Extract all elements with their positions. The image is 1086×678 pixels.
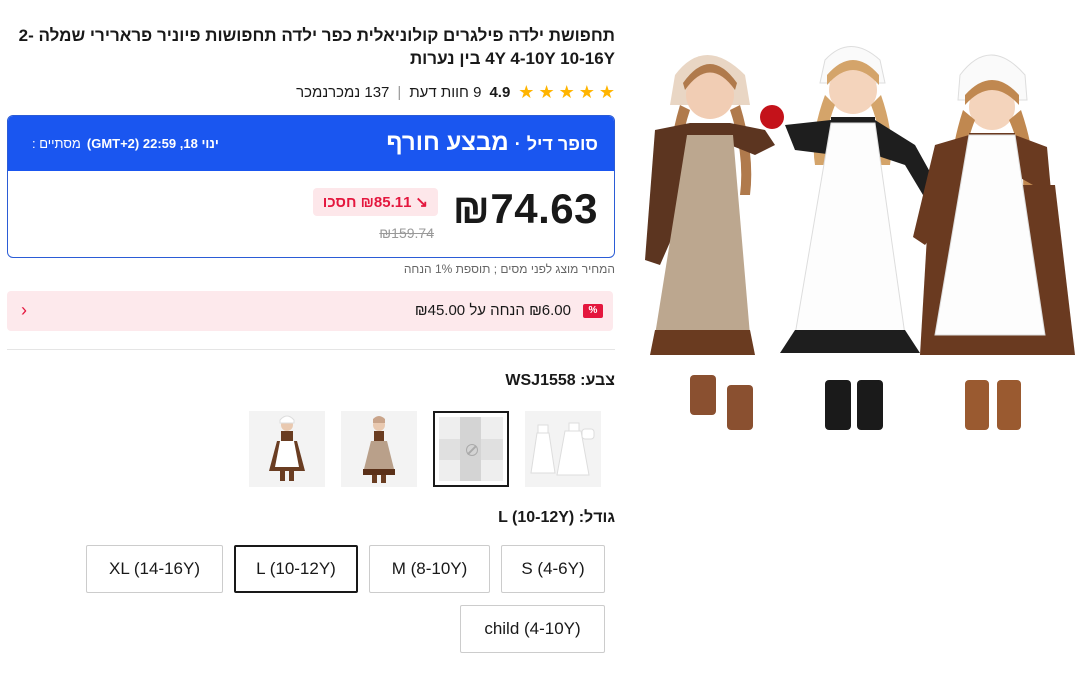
current-price: ₪74.63 [452,185,598,232]
color-swatch-tan-dress[interactable] [341,411,417,487]
size-label-text: גודל: [578,509,615,526]
deal-box: מבצע חורף · סופר דיל מסתיים : ינוי 18, 2… [7,115,615,258]
star-icon: ★ [598,82,615,102]
color-swatch-brown-dress[interactable] [249,411,325,487]
color-swatch-white-apron[interactable] [525,411,601,487]
rating-stars[interactable]: ★ ★ ★ ★ ★ [518,83,615,101]
deal-header: מבצע חורף · סופר דיל מסתיים : ינוי 18, 2… [8,116,614,171]
size-option-s[interactable]: S (4-6Y) [501,545,605,593]
original-price: ₪159.74 [379,225,434,241]
size-label: גודל: L (10-12Y) [498,509,615,527]
reviews-link[interactable]: 9 חוות דעת [409,84,481,101]
deal-body: ₪74.63 ↘ ₪85.11 חסכו ₪159.74 [8,171,614,257]
coupon-text: ₪6.00 הנחה על ₪45.00 [414,302,571,319]
star-icon: ★ [578,82,595,102]
deal-brand: מבצע חורף · סופר דיל [386,129,598,157]
size-option-l[interactable]: L (10-12Y) [234,545,358,593]
color-swatches [249,411,601,487]
down-arrow-icon: ↘ [415,194,428,211]
swatch-image [249,411,325,487]
rating-score: 4.9 [489,83,511,101]
size-option-xl[interactable]: XL (14-16Y) [86,545,223,593]
unavailable-icon [466,444,478,456]
star-icon: ★ [558,82,575,102]
product-main-image[interactable] [635,35,1075,440]
size-option-m[interactable]: M (8-10Y) [369,545,490,593]
size-value: L (10-12Y) [498,509,575,526]
deal-ends-label: מסתיים : [32,136,81,151]
star-icon: ★ [538,82,555,102]
savings-text: ₪85.11 חסכו [322,193,412,211]
color-label: צבע: WSJ1558 [505,372,615,390]
deal-main-label: מבצע חורף [386,129,509,156]
deal-ends-value: ינוי 18, 22:59 (GMT+2) [86,136,219,151]
coupon-percent-icon: % [583,304,603,318]
color-swatch-selected[interactable] [433,411,509,487]
size-options: S (4-6Y) M (8-10Y) L (10-12Y) XL (14-16Y… [5,545,605,653]
size-option-child[interactable]: child (4-10Y) [460,605,605,653]
swatch-image [341,411,417,487]
sold-count: 137 נמכרנמכר [296,83,390,101]
tax-note: המחיר מוצג לפני מסים ; תוספת 1% הנחה [403,262,615,276]
rating-separator: | [397,83,402,101]
chevron-left-icon[interactable]: › [21,300,27,321]
color-label-text: צבע: [580,372,615,389]
divider [7,349,615,350]
savings-badge: ↘ ₪85.11 חסכו [312,188,438,216]
rating-row: ★ ★ ★ ★ ★ 4.9 9 חוות דעת | 137 נמכרנמכר [296,82,615,102]
product-title: תחפושת ילדה פילגרים קולוניאלית כפר ילדה … [18,26,615,68]
deal-sub-label: סופר דיל [526,134,598,154]
deal-timer: מסתיים : ינוי 18, 22:59 (GMT+2) [32,136,219,151]
color-value: WSJ1558 [505,372,576,389]
star-icon: ★ [518,82,535,102]
swatch-image [525,411,601,487]
product-info-panel: תחפושת ילדה פילגרים קולוניאלית כפר ילדה … [7,0,615,678]
coupon-bar[interactable]: % ₪6.00 הנחה על ₪45.00 › [7,291,613,331]
deal-dot: · [514,134,521,154]
